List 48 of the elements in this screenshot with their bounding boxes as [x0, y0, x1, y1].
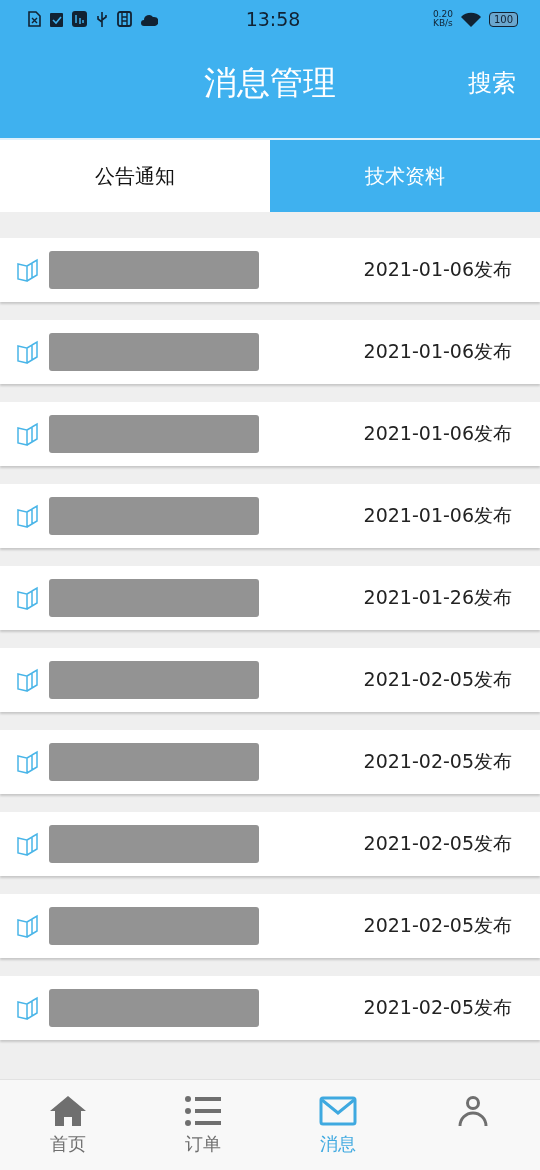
book-icon [17, 258, 39, 282]
publish-date: 2021-01-06发布 [363, 257, 512, 282]
speed-unit: KB/s [433, 19, 453, 28]
notice-row[interactable]: 2021-01-26发布 [0, 566, 540, 630]
cloud-icon [141, 12, 158, 26]
file-icon [28, 11, 41, 27]
wifi-icon [460, 11, 481, 27]
book-icon [17, 750, 39, 774]
book-icon [17, 340, 39, 364]
notice-row[interactable]: 2021-02-05发布 [0, 648, 540, 712]
clipboard-icon [50, 11, 63, 27]
book-icon [17, 832, 39, 856]
notice-row[interactable]: 2021-01-06发布 [0, 238, 540, 302]
list-icon [184, 1096, 221, 1126]
nav-tab[interactable]: 订单 [135, 1080, 270, 1170]
publish-date: 2021-02-05发布 [363, 667, 512, 692]
grid-icon [117, 11, 132, 27]
publish-date: 2021-01-06发布 [363, 339, 512, 364]
book-icon [17, 504, 39, 528]
book-icon [17, 586, 39, 610]
notice-row[interactable]: 2021-01-06发布 [0, 484, 540, 548]
publish-date: 2021-01-26发布 [363, 585, 512, 610]
notice-row[interactable]: 2021-02-05发布 [0, 812, 540, 876]
publish-date: 2021-01-06发布 [363, 503, 512, 528]
usb-icon [96, 11, 108, 27]
publish-date: 2021-02-05发布 [363, 749, 512, 774]
book-icon [17, 996, 39, 1020]
mail-icon [318, 1096, 357, 1126]
notice-row[interactable]: 2021-01-06发布 [0, 320, 540, 384]
nav-tab[interactable]: 首页 [0, 1080, 135, 1170]
battery-icon: 100 [488, 11, 518, 27]
publish-date: 2021-02-05发布 [363, 995, 512, 1020]
network-speed: 0.20 [432, 10, 453, 19]
publish-date: 2021-01-06发布 [363, 421, 512, 446]
book-icon [17, 914, 39, 938]
clock-time: 13:58 [245, 8, 301, 30]
tab[interactable]: 公告通知 [0, 140, 270, 212]
book-icon [17, 668, 39, 692]
book-icon [17, 422, 39, 446]
page-title: 消息管理 [204, 61, 336, 104]
notice-row[interactable]: 2021-02-05发布 [0, 730, 540, 794]
notice-row[interactable]: 2021-02-05发布 [0, 894, 540, 958]
home-icon [49, 1096, 86, 1126]
publish-date: 2021-02-05发布 [363, 913, 512, 938]
signal-icon [72, 11, 87, 27]
notice-row[interactable]: 2021-01-06发布 [0, 402, 540, 466]
publish-date: 2021-02-05发布 [363, 831, 512, 856]
notice-row[interactable]: 2021-02-05发布 [0, 976, 540, 1040]
